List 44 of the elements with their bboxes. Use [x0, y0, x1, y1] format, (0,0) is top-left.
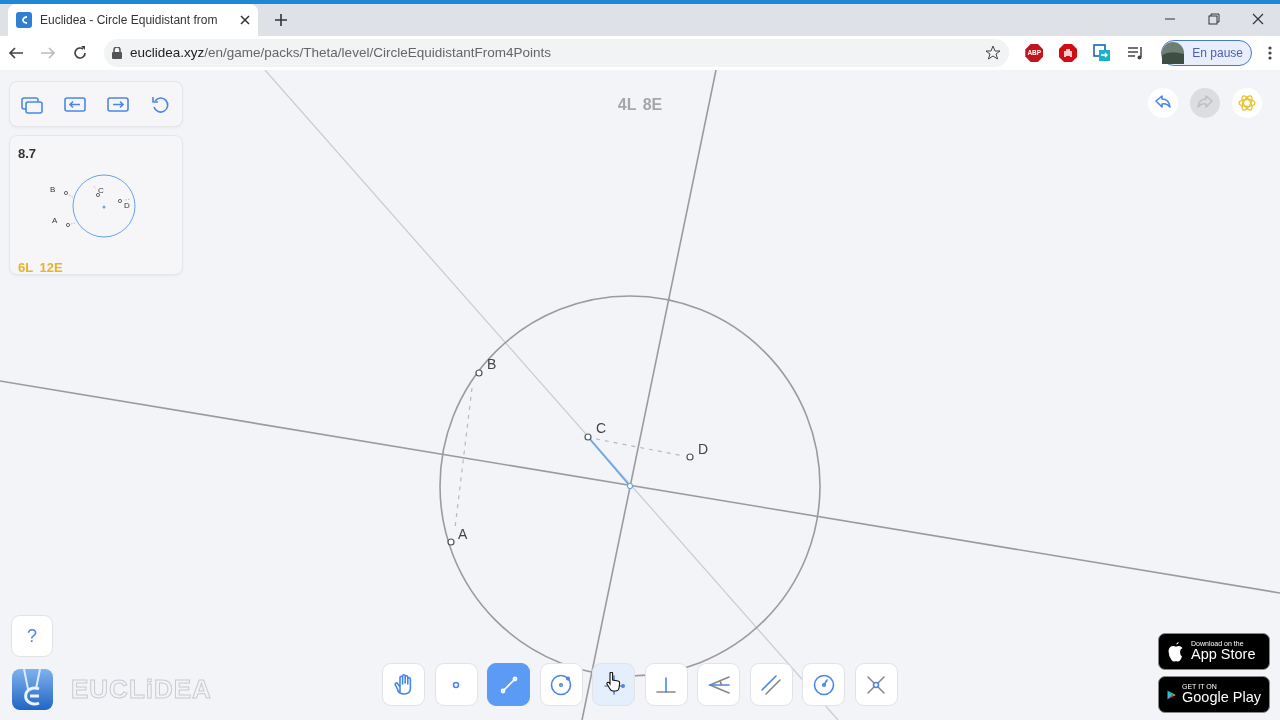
more-icon[interactable]: [1268, 46, 1272, 60]
previous-icon[interactable]: [63, 94, 86, 114]
point-label: D: [698, 441, 709, 457]
address-bar[interactable]: euclidea.xyz/en/game/packs/Theta/level/CircleEquidistantFrom4Points: [104, 39, 1010, 67]
pointer-cursor-icon: [605, 672, 621, 692]
circle-icon: [549, 672, 573, 697]
close-icon[interactable]: [240, 15, 250, 25]
level-goal: 6L 12E: [18, 258, 64, 277]
lock-icon: [112, 47, 122, 59]
forward-icon[interactable]: [40, 45, 56, 61]
compass-circle-icon: [811, 672, 836, 697]
level-number: 8.7: [18, 145, 38, 163]
point-label: B: [487, 356, 497, 372]
level-preview-drawing: B C D A: [18, 163, 158, 242]
back-icon[interactable]: [8, 45, 24, 61]
level-card[interactable]: 8.7 B C D A 6L 12E: [9, 135, 183, 275]
point-label: C: [596, 420, 607, 436]
point[interactable]: [475, 369, 483, 377]
avatar-icon: [1162, 42, 1185, 64]
point[interactable]: [584, 433, 592, 441]
point[interactable]: [447, 538, 455, 546]
url-text: euclidea.xyz/en/game/packs/Theta/level/CircleEquidistantFrom4Points: [130, 43, 552, 62]
profile-button[interactable]: En pause: [1161, 40, 1252, 66]
parallel-lines-icon: [759, 672, 783, 697]
site-icon: [16, 12, 32, 28]
restore-icon[interactable]: [1208, 13, 1220, 25]
atom-icon: [1236, 92, 1258, 114]
cast-icon[interactable]: [1093, 44, 1112, 62]
tab-title: Euclidea - Circle Equidistant from: [40, 12, 219, 29]
apple-icon: [1167, 641, 1185, 662]
browser-tab[interactable]: Euclidea - Circle Equidistant from: [8, 4, 258, 36]
help-button[interactable]: ?: [11, 615, 53, 657]
undo-button[interactable]: [1148, 88, 1178, 118]
reload-icon[interactable]: [72, 45, 88, 61]
star-icon[interactable]: [985, 45, 1002, 61]
point[interactable]: [686, 453, 694, 461]
point-label: A: [458, 526, 468, 542]
close-icon[interactable]: [1252, 13, 1264, 25]
dot-icon: [452, 680, 460, 689]
next-icon[interactable]: [106, 94, 129, 114]
app-logo-icon: [12, 669, 53, 710]
new-tab-icon[interactable]: [274, 13, 288, 27]
layers-icon[interactable]: [20, 94, 43, 114]
move-count: 4L 8E: [616, 95, 664, 115]
